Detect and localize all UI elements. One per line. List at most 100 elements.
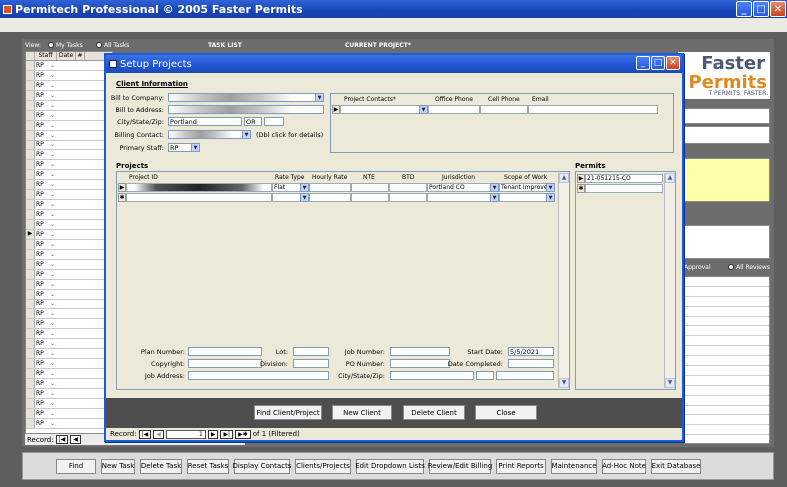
nte-cell[interactable] xyxy=(351,183,389,192)
task-staff-cell[interactable]: RP xyxy=(35,82,48,89)
task-staff-cell[interactable]: RP xyxy=(35,281,48,288)
row-selector[interactable] xyxy=(26,130,35,140)
dialog-close-button[interactable]: ✕ xyxy=(666,56,680,70)
chevron-down-icon[interactable]: ⌄ xyxy=(48,181,57,188)
job-number-field[interactable] xyxy=(390,347,450,356)
chevron-down-icon[interactable]: ⌄ xyxy=(48,231,57,238)
new-client-button[interactable]: New Client xyxy=(332,405,392,420)
chevron-down-icon[interactable]: ⌄ xyxy=(48,62,57,69)
chevron-down-icon[interactable]: ⌄ xyxy=(48,320,57,327)
task-row[interactable]: RP ⌄ xyxy=(26,220,112,230)
chevron-down-icon[interactable]: ⌄ xyxy=(48,390,57,397)
division-field[interactable] xyxy=(293,359,329,368)
edit-dropdown-lists-button[interactable]: Edit Dropdown Lists xyxy=(355,458,425,474)
task-row[interactable]: RP ⌄ xyxy=(26,80,112,91)
chevron-down-icon[interactable]: ▼ xyxy=(546,193,555,202)
chevron-down-icon[interactable]: ⌄ xyxy=(48,241,57,248)
task-staff-cell[interactable]: RP xyxy=(35,310,48,317)
chevron-down-icon[interactable]: ▼ xyxy=(546,183,555,192)
review-row[interactable] xyxy=(685,336,769,347)
task-row[interactable]: ▶ RP ⌄ xyxy=(26,229,112,240)
chevron-down-icon[interactable]: ▼ xyxy=(300,193,309,202)
row-selector[interactable] xyxy=(26,329,35,339)
task-row[interactable]: RP ⌄ xyxy=(26,339,112,350)
last-record-button[interactable]: ▶| xyxy=(220,429,234,439)
new-permit-cell[interactable] xyxy=(585,184,663,193)
scroll-up-arrow-icon[interactable]: ▲ xyxy=(559,173,569,183)
project-contacts-grid[interactable]: Project Contacts* Office Phone Cell Phon… xyxy=(330,93,674,153)
chevron-down-icon[interactable]: ⌄ xyxy=(48,291,57,298)
new-btd-cell[interactable] xyxy=(389,193,427,202)
first-record-button[interactable]: |◀ xyxy=(138,429,152,439)
city-field[interactable]: Portland xyxy=(168,117,242,126)
row-selector[interactable] xyxy=(26,61,35,70)
task-row[interactable]: RP ⌄ xyxy=(26,309,112,320)
row-selector[interactable] xyxy=(26,319,35,329)
row-selector[interactable] xyxy=(26,80,35,90)
row-selector[interactable] xyxy=(26,70,35,80)
task-row[interactable]: RP ⌄ xyxy=(26,110,112,121)
task-staff-cell[interactable]: RP xyxy=(35,161,48,168)
task-row[interactable]: RP ⌄ xyxy=(26,329,112,340)
task-staff-cell[interactable]: RP xyxy=(35,141,48,148)
task-row[interactable]: RP ⌄ xyxy=(26,160,112,171)
btd-cell[interactable] xyxy=(389,183,427,192)
task-row[interactable]: RP ⌄ xyxy=(26,319,112,330)
clients-projects-button[interactable]: Clients/Projects xyxy=(295,458,351,474)
task-staff-cell[interactable]: RP xyxy=(35,320,48,327)
row-selector[interactable] xyxy=(26,239,35,249)
notes-area[interactable] xyxy=(684,158,770,202)
task-row[interactable]: RP ⌄ xyxy=(26,61,112,71)
contact-cell-phone-cell[interactable] xyxy=(480,105,528,114)
col-date[interactable]: Date xyxy=(57,52,76,60)
review-row[interactable] xyxy=(685,356,769,367)
lot-field[interactable] xyxy=(293,347,329,356)
prev-record-button[interactable]: ◀ xyxy=(70,435,81,444)
task-staff-cell[interactable]: RP xyxy=(35,72,48,79)
chevron-down-icon[interactable]: ⌄ xyxy=(48,350,57,357)
task-row[interactable]: RP ⌄ xyxy=(26,289,112,300)
review-row[interactable] xyxy=(685,396,769,406)
chevron-down-icon[interactable]: ⌄ xyxy=(48,122,57,129)
reset-tasks-button[interactable]: Reset Tasks xyxy=(187,458,229,474)
task-row[interactable]: RP ⌄ xyxy=(26,398,112,409)
task-row[interactable]: RP ⌄ xyxy=(26,150,112,161)
task-staff-cell[interactable]: RP xyxy=(35,201,48,208)
row-selector[interactable] xyxy=(26,220,35,229)
task-staff-cell[interactable]: RP xyxy=(35,261,48,268)
task-row[interactable]: RP ⌄ xyxy=(26,418,112,429)
task-staff-cell[interactable]: RP xyxy=(35,271,48,278)
task-staff-cell[interactable]: RP xyxy=(35,92,48,99)
row-selector[interactable] xyxy=(26,359,35,369)
permits-row-selector[interactable]: ▶ xyxy=(577,174,585,183)
task-staff-cell[interactable]: RP xyxy=(35,291,48,298)
row-selector[interactable] xyxy=(26,349,35,359)
scroll-down-arrow-icon[interactable]: ▼ xyxy=(665,378,675,388)
right-panel-field[interactable] xyxy=(684,108,770,124)
new-nte-cell[interactable] xyxy=(351,193,389,202)
task-staff-cell[interactable]: RP xyxy=(35,112,48,119)
task-staff-cell[interactable]: RP xyxy=(35,221,48,228)
task-staff-cell[interactable]: RP xyxy=(35,400,48,407)
chevron-down-icon[interactable]: ⌄ xyxy=(48,330,57,337)
task-staff-cell[interactable]: RP xyxy=(35,231,48,238)
new-project-id-cell[interactable] xyxy=(126,193,272,202)
task-row[interactable]: RP ⌄ xyxy=(26,388,112,399)
chevron-down-icon[interactable]: ▼ xyxy=(300,183,309,192)
row-selector[interactable] xyxy=(26,289,35,299)
row-selector[interactable] xyxy=(26,110,35,120)
task-staff-cell[interactable]: RP xyxy=(35,151,48,158)
task-row[interactable]: RP ⌄ xyxy=(26,90,112,101)
chevron-down-icon[interactable]: ⌄ xyxy=(48,360,57,367)
row-selector[interactable] xyxy=(26,100,35,110)
chevron-down-icon[interactable]: ⌄ xyxy=(48,201,57,208)
po-number-field[interactable] xyxy=(390,359,450,368)
task-row[interactable]: RP ⌄ xyxy=(26,379,112,389)
job-state-field[interactable] xyxy=(476,371,494,380)
row-selector[interactable] xyxy=(26,408,35,418)
start-date-field[interactable]: 5/5/2021 xyxy=(508,347,554,356)
task-staff-cell[interactable]: RP xyxy=(35,211,48,218)
task-staff-cell[interactable]: RP xyxy=(35,410,48,417)
task-row[interactable]: RP ⌄ xyxy=(26,140,112,151)
chevron-down-icon[interactable]: ⌄ xyxy=(48,300,57,307)
